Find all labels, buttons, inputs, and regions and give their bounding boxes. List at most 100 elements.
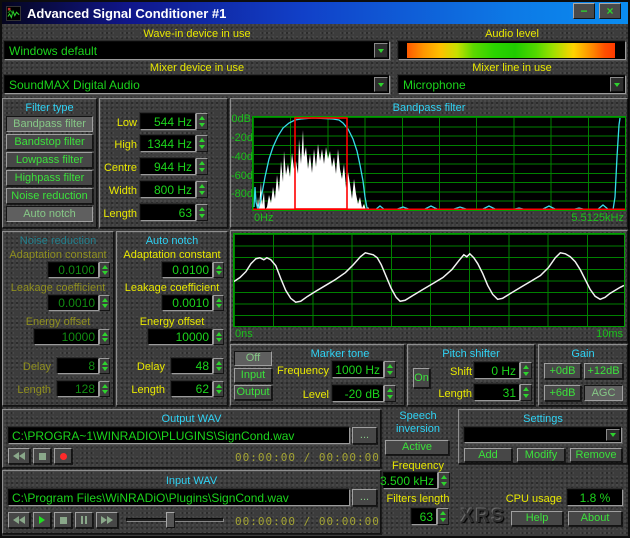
mixer-line-select[interactable]: Microphone <box>398 75 626 94</box>
output-stop-button[interactable] <box>33 448 51 464</box>
input-ffwd-button[interactable] <box>96 512 118 528</box>
an-energy-field[interactable]: 10000 <box>148 329 213 345</box>
filter-bandpass-button[interactable]: Bandpass filter <box>6 116 93 132</box>
pitch-shift-spinner[interactable] <box>520 362 532 379</box>
wave-in-device-select[interactable]: Windows default <box>4 41 390 60</box>
speech-frequency-field[interactable]: 3.500 kHz <box>380 472 438 489</box>
an-leakage-spinner[interactable] <box>213 295 224 311</box>
output-browse-button[interactable]: ... <box>352 427 377 444</box>
speech-frequency-spinner[interactable] <box>438 472 450 489</box>
centre-field[interactable]: 944 Hz <box>140 158 196 175</box>
an-adaptation-field[interactable]: 0.0100 <box>162 262 213 278</box>
bandpass-graph-title: Bandpass filter <box>392 102 466 114</box>
width-field[interactable]: 800 Hz <box>140 181 196 198</box>
gain-6db-button[interactable]: +6dB <box>544 385 581 401</box>
chevron-down-icon[interactable] <box>610 77 624 92</box>
an-delay-field[interactable]: 48 <box>171 358 213 374</box>
pitch-length-field[interactable]: 31 <box>474 384 520 401</box>
length-field[interactable]: 63 <box>140 204 196 221</box>
input-wav-path-field[interactable]: C:\Program Files\WiNRADiO\Plugins\SignCo… <box>8 489 350 506</box>
an-energy-spinner[interactable] <box>213 329 224 345</box>
spin-down-icon <box>215 271 222 275</box>
nr-adaptation-spinner[interactable] <box>99 262 110 278</box>
pitch-on-button[interactable]: On <box>413 368 430 388</box>
marker-input-button[interactable]: Input <box>234 368 272 383</box>
high-field[interactable]: 1344 Hz <box>140 135 196 152</box>
an-leakage-field[interactable]: 0.0010 <box>162 295 213 311</box>
spin-up-icon <box>199 138 205 143</box>
bandpass-plot[interactable] <box>252 116 626 211</box>
settings-add-button[interactable]: Add <box>464 448 512 462</box>
nr-leakage-field[interactable]: 0.0010 <box>48 295 99 311</box>
nr-delay-field[interactable]: 8 <box>57 358 99 374</box>
spin-up-icon <box>215 361 222 365</box>
an-delay-spinner[interactable] <box>213 358 224 374</box>
auto-notch-panel: Auto notch Adaptation constant 0.0100 Le… <box>116 231 228 406</box>
chevron-down-icon[interactable] <box>606 429 620 441</box>
pitch-length-spinner[interactable] <box>520 384 532 401</box>
filter-lowpass-button[interactable]: Lowpass filter <box>6 152 93 168</box>
nr-energy-field[interactable]: 10000 <box>34 329 99 345</box>
settings-select[interactable] <box>464 427 622 443</box>
gain-agc-button[interactable]: AGC <box>584 385 623 401</box>
input-browse-button[interactable]: ... <box>352 489 377 506</box>
marker-level-field[interactable]: -20 dB <box>332 385 384 402</box>
marker-frequency-field[interactable]: 1000 Hz <box>332 361 384 378</box>
width-spinner[interactable] <box>196 181 208 198</box>
output-wav-path-field[interactable]: C:\PROGRA~1\WINRADIO\PLUGINS\SignCond.wa… <box>8 427 350 444</box>
gain-0db-button[interactable]: +0dB <box>544 363 581 379</box>
nr-delay-spinner[interactable] <box>99 358 110 374</box>
centre-spinner[interactable] <box>196 158 208 175</box>
settings-remove-button[interactable]: Remove <box>570 448 622 462</box>
output-rewind-button[interactable] <box>8 448 30 464</box>
seek-slider-track[interactable] <box>126 518 224 522</box>
marker-level-spinner[interactable] <box>384 385 396 402</box>
filter-highpass-button[interactable]: Highpass filter <box>6 170 93 186</box>
nr-length-spinner[interactable] <box>99 381 110 397</box>
oscilloscope-panel: 0ns 10ms <box>230 230 628 342</box>
filters-length-field[interactable]: 63 <box>411 508 437 525</box>
close-button[interactable]: × <box>599 3 621 19</box>
nr-length-field[interactable]: 128 <box>57 381 99 397</box>
nr-adaptation-field[interactable]: 0.0100 <box>48 262 99 278</box>
output-record-button[interactable] <box>54 448 72 464</box>
low-field[interactable]: 544 Hz <box>140 113 196 130</box>
x-min-tick: 0Hz <box>254 212 274 224</box>
filter-noise-reduction-button[interactable]: Noise reduction <box>6 188 93 204</box>
an-length-field[interactable]: 62 <box>171 381 213 397</box>
nr-energy-spinner[interactable] <box>99 329 110 345</box>
settings-modify-button[interactable]: Modify <box>517 448 565 462</box>
low-spinner[interactable] <box>196 113 208 130</box>
marker-output-button[interactable]: Output <box>234 385 272 400</box>
mixer-device-select[interactable]: SoundMAX Digital Audio <box>4 75 390 94</box>
an-length-spinner[interactable] <box>213 381 224 397</box>
gain-title: Gain <box>571 348 595 360</box>
settings-title: Settings <box>523 413 563 425</box>
high-spinner[interactable] <box>196 135 208 152</box>
help-button[interactable]: Help <box>511 511 563 526</box>
seek-slider-thumb[interactable] <box>166 512 175 528</box>
filter-auto-notch-button[interactable]: Auto notch <box>6 206 93 222</box>
spin-down-icon <box>199 122 205 127</box>
chevron-down-icon[interactable] <box>374 77 388 92</box>
input-rewind-button[interactable] <box>8 512 30 528</box>
speech-inversion-active-button[interactable]: Active <box>385 440 449 455</box>
about-button[interactable]: About <box>568 511 622 526</box>
marker-level-label: Level <box>302 389 329 401</box>
marker-frequency-spinner[interactable] <box>384 361 396 378</box>
input-pause-button[interactable] <box>75 512 93 528</box>
input-play-button[interactable] <box>33 512 51 528</box>
input-stop-button[interactable] <box>54 512 72 528</box>
filters-length-spinner[interactable] <box>437 508 449 525</box>
gain-12db-button[interactable]: +12dB <box>584 363 623 379</box>
chevron-down-icon[interactable] <box>374 43 388 58</box>
length-spinner[interactable] <box>196 204 208 221</box>
marker-off-button[interactable]: Off <box>234 351 272 366</box>
minimize-button[interactable]: − <box>573 3 595 19</box>
title-bar[interactable]: Advanced Signal Conditioner #1 <box>2 2 628 24</box>
nr-leakage-spinner[interactable] <box>99 295 110 311</box>
noise-reduction-title: Noise reduction <box>19 235 97 247</box>
filter-bandstop-button[interactable]: Bandstop filter <box>6 134 93 150</box>
pitch-shift-field[interactable]: 0 Hz <box>474 362 520 379</box>
an-adaptation-spinner[interactable] <box>213 262 224 278</box>
